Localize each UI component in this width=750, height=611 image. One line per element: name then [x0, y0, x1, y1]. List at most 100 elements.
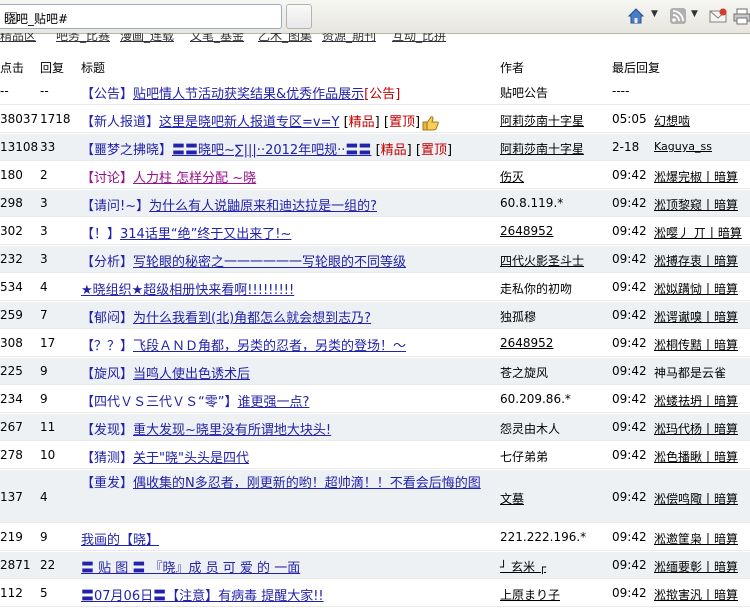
thread-title[interactable]: 【！】314话里“绝”终于又出来了!~ — [81, 223, 491, 242]
last-reply-time: 2-18 — [612, 140, 640, 154]
last-reply-user[interactable]: 淞揿害汎丨暗算 — [654, 586, 738, 603]
thread-title[interactable]: 【公告】贴吧情人节活动获奖结果&优秀作品展示[公告] — [81, 83, 491, 102]
thread-author[interactable]: 伤灭 — [500, 168, 524, 185]
thread-author[interactable]: ┘ 玄米 ┌ — [500, 558, 546, 575]
nav-tag-ziyuan[interactable]: 资源_期刊 — [322, 33, 376, 44]
home-dropdown-icon[interactable]: ▼ — [651, 9, 658, 19]
last-reply-user[interactable]: 淞嘤丿 丌丨暗算 — [654, 224, 742, 241]
thread-title[interactable]: 〓07月06日〓【注意】有病毒 提醒大家!! — [81, 585, 491, 604]
thread-text[interactable]: 重大发现~晓里没有所谓地大块头! — [133, 423, 331, 438]
jingpin-badge: 精品 — [380, 143, 407, 158]
nav-tag-manhua[interactable]: 漫画_连载 — [120, 33, 174, 44]
thread-title[interactable]: 〓 贴 图 〓 『晓』成 员 可 爱 的 一面 — [81, 557, 491, 576]
last-reply-user[interactable]: 淞玛代杨丨暗算 — [654, 420, 738, 437]
last-reply-user[interactable]: 淞桐传黠丨暗算 — [654, 336, 738, 353]
thread-tag: 【请问!~】 — [81, 199, 150, 214]
thread-text[interactable]: 〓 贴 图 〓 『晓』成 员 可 爱 的 一面 — [81, 561, 300, 576]
thread-text[interactable]: 写轮眼的秘密之一一一一一一写轮眼的不同等级 — [133, 255, 406, 270]
thread-title[interactable]: 我画的【晓】 — [81, 529, 491, 548]
last-reply-user[interactable]: 淞顶黎窥丨暗算 — [654, 196, 738, 213]
thread-text[interactable]: 为什么有人说鼬原来和迪达拉是一组的? — [149, 199, 377, 214]
nav-tag-bawu[interactable]: 吧务_比赛 — [56, 33, 110, 44]
thread-author[interactable]: 四代火影圣斗士 — [500, 252, 584, 269]
thread-title[interactable]: 【猜测】关于"晓"头头是四代 — [81, 447, 491, 466]
thread-tag: 【分析】 — [81, 255, 134, 270]
thread-title[interactable]: 【新人报道】这里是晓吧新人报道专区=v=Y [精品] [置顶] — [81, 111, 491, 131]
thread-text[interactable]: 飞段ＡＮＤ角都，另类的忍者，另类的登场！～ — [133, 339, 406, 354]
thread-text[interactable]: 这里是晓吧新人报道专区=v=Y — [159, 115, 339, 130]
thread-text[interactable]: 关于"晓"头头是四代 — [133, 451, 249, 466]
nav-tag-wenbi[interactable]: 文笔_基金 — [190, 33, 244, 44]
thread-author[interactable]: 阿莉莎南十字星 — [500, 140, 584, 157]
thread-author: 独孤穆 — [500, 310, 537, 324]
thread-title[interactable]: 【分析】写轮眼的秘密之一一一一一一写轮眼的不同等级 — [81, 251, 491, 270]
last-reply-user[interactable]: 淞偿鸣陬丨暗算 — [654, 490, 738, 507]
col-last: 最后回复 — [612, 61, 661, 75]
thread-title[interactable]: 【四代ＶＳ三代ＶＳ“零”】谁更强一点? — [81, 391, 491, 410]
rss-feed-icon[interactable] — [669, 7, 687, 25]
last-reply-user[interactable]: 淞姒蹒恸丨暗算 — [654, 280, 738, 297]
thread-title[interactable]: ★晓组织★超级相册快来看啊!!!!!!!!! — [81, 279, 491, 298]
thread-text[interactable]: 〓〓晓吧~∑|||··2012年吧规··〓〓 — [172, 143, 371, 158]
last-reply-user[interactable]: 淞蝼祛坍丨暗算 — [654, 392, 738, 409]
thread-title[interactable]: 【？？】飞段ＡＮＤ角都，另类的忍者，另类的登场！～ — [81, 335, 491, 354]
table-row: 267 11 【发现】重大发现~晓里没有所谓地大块头! 怨灵由木人 09:42 … — [0, 414, 750, 441]
thread-text[interactable]: 314话里“绝”终于又出来了!~ — [120, 227, 291, 242]
last-reply-user[interactable]: 淞搏存衷丨暗算 — [654, 252, 738, 269]
last-reply-time: 09:42 — [612, 280, 647, 294]
thread-author: 走私你的初吻 — [500, 282, 573, 296]
nav-tag-yimu[interactable]: 乙木_图集 — [258, 33, 312, 44]
thread-text[interactable]: ★晓组织★超级相册快来看啊!!!!!!!!! — [81, 283, 294, 298]
thread-author[interactable]: 上原まり子 — [500, 586, 560, 603]
thread-text[interactable]: 为什么我看到(北)角都怎么就会想到志乃? — [133, 311, 371, 326]
thread-title[interactable]: 【讨论】人力柱 怎样分配 ~晓 — [81, 167, 491, 186]
browser-tab[interactable]: 晓吧_贴吧# — [0, 4, 282, 29]
thread-title[interactable]: 【发现】重大发现~晓里没有所谓地大块头! — [81, 419, 491, 438]
last-reply-user[interactable]: 淞色播瞅丨暗算 — [654, 448, 738, 465]
nav-tag-hudong[interactable]: 互动_比拼 — [392, 33, 446, 44]
thread-tag: 【讨论】 — [81, 171, 134, 186]
last-reply-user[interactable]: 淞缅要彰丨暗算 — [654, 558, 738, 575]
last-reply-user[interactable]: 淞谔谳嗅丨暗算 — [654, 308, 738, 325]
thread-text[interactable]: 〓07月06日〓【注意】有病毒 提醒大家!! — [81, 589, 324, 604]
thread-title[interactable]: 【请问!~】为什么有人说鼬原来和迪达拉是一组的? — [81, 195, 491, 214]
reply-count: 11 — [40, 420, 56, 434]
thread-text[interactable]: 当鸣人使出色诱术后 — [133, 367, 250, 382]
feed-dropdown-icon[interactable]: ▼ — [691, 9, 698, 19]
jingpin-badge: 精品 — [348, 115, 375, 130]
thread-tag: 【新人报道】 — [81, 115, 160, 130]
print-icon[interactable] — [733, 7, 750, 25]
thread-text[interactable]: 我画的【晓】 — [81, 533, 159, 548]
thread-author[interactable]: 2648952 — [500, 336, 553, 350]
last-reply-user[interactable]: 淞爆完椒丨暗算 — [654, 168, 738, 185]
last-reply-user[interactable]: 淞邀筐枭丨暗算 — [654, 530, 738, 547]
thread-tag: 【猜测】 — [81, 451, 134, 466]
thread-author[interactable]: 阿莉莎南十字星 — [500, 112, 584, 129]
thread-text[interactable]: 谁更强一点? — [237, 395, 309, 410]
last-reply-user[interactable]: Kaguya_ss — [654, 140, 712, 153]
thread-author[interactable]: 文墓 — [500, 490, 524, 507]
table-row: 137 4 【重发】偶收集的N多忍者，刚更新的哟！超帅滴！！不看会后悔的图 文墓… — [0, 470, 750, 523]
last-reply-user[interactable]: 幻想啮 — [654, 112, 690, 129]
last-reply-time: 09:42 — [612, 558, 647, 572]
thread-title[interactable]: 【噩梦之拂晓】〓〓晓吧~∑|||··2012年吧规··〓〓 [精品] [置顶] — [81, 139, 491, 158]
nav-tag-jingpin[interactable]: 精品区 — [0, 33, 36, 44]
thread-author: 苍之旋风 — [500, 366, 549, 380]
thread-title[interactable]: 【旋风】当鸣人使出色诱术后 — [81, 363, 491, 382]
thread-title[interactable]: 【郁闷】为什么我看到(北)角都怎么就会想到志乃? — [81, 307, 491, 326]
click-count: 137 — [0, 490, 23, 504]
thread-text[interactable]: 偶收集的N多忍者，刚更新的哟！超帅滴！！不看会后悔的图 — [133, 476, 481, 491]
thread-text[interactable]: 贴吧情人节活动获奖结果&优秀作品展示 — [133, 87, 364, 102]
thread-author: 60.209.86.* — [500, 392, 571, 406]
thread-author[interactable]: 2648952 — [500, 224, 553, 238]
table-row: 298 3 【请问!~】为什么有人说鼬原来和迪达拉是一组的? 60.8.119.… — [0, 190, 750, 217]
thread-title[interactable]: 【重发】偶收集的N多忍者，刚更新的哟！超帅滴！！不看会后悔的图 — [81, 473, 486, 495]
reply-count: 9 — [40, 392, 48, 406]
thread-author: 60.8.119.* — [500, 196, 564, 210]
new-tab-button[interactable] — [286, 4, 312, 29]
home-icon[interactable] — [627, 7, 645, 25]
thread-text[interactable]: 人力柱 怎样分配 ~晓 — [133, 171, 256, 186]
last-reply-time: 09:42 — [612, 586, 647, 600]
mail-icon[interactable] — [709, 7, 727, 25]
col-title: 标题 — [81, 61, 106, 75]
